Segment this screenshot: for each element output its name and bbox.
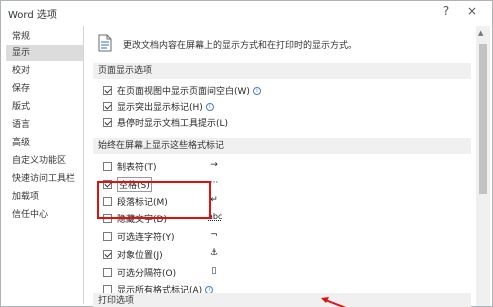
red-arrow-annotation (321, 297, 347, 307)
word-options-dialog: Word 选项 ? × 常规 显示 校对 保存 版式 语言 高级 自定义功能区 … (0, 0, 493, 307)
